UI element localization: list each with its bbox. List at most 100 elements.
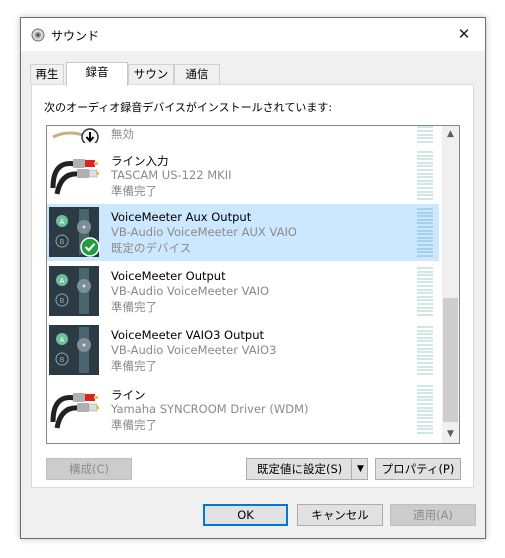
meter-segment: [417, 395, 433, 398]
device-description: VB-Audio VoiceMeeter AUX VAIO: [111, 225, 297, 239]
meter-segment: [417, 431, 433, 434]
meter-segment: [417, 229, 433, 232]
list-item[interactable]: A B VoiceMeeter Output VB-Audio VoiceMee…: [47, 263, 439, 320]
configure-button[interactable]: 構成(C): [46, 458, 132, 480]
meter-segment: [417, 428, 433, 431]
meter-segment: [417, 211, 433, 214]
meter-segment: [417, 358, 433, 361]
meter-segment: [417, 254, 433, 257]
device-description: VB-Audio VoiceMeeter VAIO: [111, 284, 270, 298]
level-meter: [417, 322, 433, 379]
close-button[interactable]: ✕: [443, 18, 485, 51]
meter-segment: [417, 236, 433, 239]
device-status: 準備完了: [111, 418, 157, 432]
recording-panel: 次のオーディオ録音デバイスがインストールされています: 無効 ライン入力 TAS…: [31, 84, 474, 488]
level-meter: [417, 204, 433, 261]
meter-segment: [417, 403, 433, 405]
meter-segment: [417, 385, 433, 387]
meter-segment: [417, 413, 433, 416]
meter-segment: [417, 179, 433, 182]
scroll-up-icon[interactable]: ▲: [442, 126, 459, 143]
meter-segment: [417, 172, 433, 175]
svg-text:B: B: [60, 297, 65, 305]
device-name: ライン: [111, 388, 146, 402]
meter-segment: [417, 285, 433, 287]
disabled-device-icon: [52, 128, 99, 143]
level-meter: [417, 126, 433, 147]
list-item[interactable]: A B VoiceMeeter Aux Output VB-Audio Voic…: [47, 204, 439, 261]
meter-segment: [417, 267, 433, 269]
title-bar[interactable]: サウンド ✕: [21, 18, 485, 51]
meter-segment: [417, 137, 433, 140]
meter-segment: [417, 190, 433, 193]
meter-segment: [417, 295, 433, 298]
meter-segment: [417, 281, 433, 284]
meter-segment: [417, 388, 433, 391]
cancel-button[interactable]: キャンセル: [297, 504, 383, 526]
meter-segment: [417, 240, 433, 243]
meter-segment: [417, 421, 433, 423]
level-meter: [417, 147, 433, 204]
meter-segment: [417, 340, 433, 343]
vertical-scrollbar[interactable]: ▲ ▼: [442, 126, 459, 443]
meter-segment: [417, 313, 433, 316]
device-status: 準備完了: [111, 184, 157, 198]
meter-segment: [417, 333, 433, 336]
list-item[interactable]: ライン Yamaha SYNCROOM Driver (WDM) 準備完了: [47, 381, 439, 438]
device-description: Yamaha SYNCROOM Driver (WDM): [111, 402, 309, 416]
voicemeeter-icon: A B: [49, 266, 99, 316]
list-item[interactable]: A B VoiceMeeter VAIO3 Output VB-Audio Vo…: [47, 322, 439, 379]
meter-segment: [417, 424, 433, 427]
meter-segment: [417, 274, 433, 277]
tab-recording[interactable]: 録音: [66, 62, 128, 86]
tab-playback[interactable]: 再生: [30, 64, 64, 84]
device-list[interactable]: 無効 ライン入力 TASCAM US-122 MKII 準備完了 A B Voi…: [46, 125, 460, 444]
tab-communications[interactable]: 通信: [174, 64, 220, 84]
meter-segment: [417, 158, 433, 161]
meter-segment: [417, 392, 433, 395]
meter-segment: [417, 247, 433, 250]
list-item[interactable]: ライン入力 TASCAM US-122 MKII 準備完了: [47, 147, 439, 204]
device-status: 無効: [111, 127, 134, 141]
window-title: サウンド: [51, 29, 100, 43]
meter-segment: [417, 344, 433, 346]
device-status: 準備完了: [111, 300, 157, 314]
meter-segment: [417, 351, 433, 354]
tab-sounds[interactable]: サウンド: [128, 64, 174, 100]
meter-segment: [417, 218, 433, 221]
meter-segment: [417, 369, 433, 372]
meter-segment: [417, 154, 433, 157]
scrollbar-thumb[interactable]: [443, 298, 458, 422]
svg-text:A: A: [60, 277, 65, 285]
voicemeeter-icon: A B: [49, 325, 99, 375]
ok-button[interactable]: OK: [203, 504, 288, 526]
meter-segment: [417, 169, 433, 171]
device-name: VoiceMeeter VAIO3 Output: [111, 328, 265, 342]
scroll-down-icon[interactable]: ▼: [442, 426, 459, 443]
meter-segment: [417, 140, 433, 143]
meter-segment: [417, 197, 433, 200]
rca-cable-icon: [50, 159, 99, 195]
set-default-label: 既定値に設定(S): [257, 462, 343, 476]
apply-button[interactable]: 適用(A): [390, 504, 476, 526]
svg-text:A: A: [60, 336, 65, 344]
meter-segment: [417, 161, 433, 164]
meter-segment: [417, 372, 433, 375]
meter-segment: [417, 277, 433, 280]
meter-segment: [417, 165, 433, 168]
device-description: VB-Audio VoiceMeeter VAIO3: [111, 343, 277, 357]
meter-segment: [417, 362, 433, 364]
meter-segment: [417, 130, 433, 132]
meter-segment: [417, 306, 433, 309]
rca-cable-icon: [50, 393, 99, 429]
svg-text:B: B: [60, 238, 65, 246]
set-default-button[interactable]: 既定値に設定(S) ▼: [246, 458, 368, 480]
meter-segment: [417, 365, 433, 368]
properties-button[interactable]: プロパティ(P): [375, 458, 461, 480]
svg-text:B: B: [60, 356, 65, 364]
meter-segment: [417, 354, 433, 357]
meter-segment: [417, 326, 433, 328]
meter-segment: [417, 126, 433, 129]
chevron-down-icon[interactable]: ▼: [351, 459, 369, 479]
list-item[interactable]: 無効: [47, 126, 439, 147]
